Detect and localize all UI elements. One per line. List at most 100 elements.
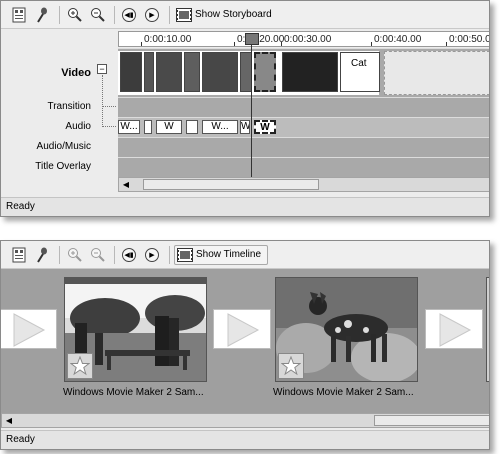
scrollbar-thumb[interactable] <box>143 179 319 190</box>
time-ruler[interactable]: 0:00:10.00 0:00:20.00 0:00:30.00 0:00:40… <box>118 31 489 47</box>
playback-indicator-handle[interactable] <box>245 33 259 45</box>
track-label-audio: Audio <box>65 121 91 132</box>
ruler-tick <box>446 42 447 46</box>
video-clip-title-card[interactable]: Cat <box>340 52 380 92</box>
transition-placeholder[interactable] <box>213 309 271 349</box>
toolbar-separator <box>59 5 60 24</box>
audio-clip[interactable] <box>144 120 152 134</box>
ruler-tick <box>234 42 235 46</box>
status-bar: Ready <box>1 430 489 449</box>
toolbar-separator <box>114 5 115 24</box>
audio-track[interactable]: W... W W... W... W <box>118 117 489 137</box>
track-tree-line <box>102 75 103 127</box>
show-storyboard-label: Show Storyboard <box>195 9 272 20</box>
transition-track[interactable] <box>118 97 489 117</box>
video-clip-thumbnail[interactable] <box>184 52 200 92</box>
properties-icon <box>12 7 26 22</box>
video-track[interactable]: Cat <box>118 48 489 97</box>
properties-button[interactable] <box>9 5 29 25</box>
toolbar-separator <box>169 245 170 264</box>
film-strip-icon <box>176 7 192 22</box>
properties-button[interactable] <box>9 245 29 265</box>
status-text: Ready <box>6 434 35 445</box>
audio-clip[interactable]: W... <box>202 120 238 134</box>
storyboard-horizontal-scrollbar[interactable]: ◀ <box>1 413 489 428</box>
zoom-out-icon <box>90 248 105 262</box>
status-bar: Ready <box>1 197 489 216</box>
scroll-left-arrow[interactable]: ◀ <box>119 178 133 191</box>
title-overlay-track[interactable] <box>118 157 489 177</box>
video-effects-badge[interactable] <box>278 353 304 379</box>
ruler-tick-label: 0:00:10.00 <box>144 34 192 45</box>
video-clip-thumbnail[interactable] <box>282 52 338 92</box>
collapse-symbol: − <box>99 64 105 74</box>
narrate-microphone-icon <box>37 247 47 263</box>
audio-clip[interactable]: W <box>156 120 182 134</box>
ruler-tick-label: 0:00:40.00 <box>374 34 422 45</box>
audio-clip[interactable]: W... <box>240 120 250 134</box>
track-tree-line <box>102 126 116 127</box>
timeline-window: ◀▮ ▶ Show Storyboard 0:00:10.00 0:00:20.… <box>0 0 490 217</box>
collapse-video-track-button[interactable]: − <box>97 64 107 74</box>
storyboard-window: ◀▮ ▶ Show Timeline Windows Movie Maker 2… <box>0 240 490 450</box>
show-storyboard-button[interactable]: Show Storyboard <box>174 5 278 25</box>
zoom-in-icon <box>67 8 82 22</box>
empty-track-area[interactable] <box>384 51 489 95</box>
play-icon: ▶ <box>145 247 159 262</box>
scrollbar-thumb[interactable] <box>374 415 489 426</box>
video-clip-thumbnail[interactable] <box>202 52 238 92</box>
audio-clip[interactable] <box>186 120 198 134</box>
selected-audio-clip[interactable]: W <box>254 120 276 134</box>
properties-icon <box>12 247 26 262</box>
video-effects-badge[interactable] <box>67 353 93 379</box>
transition-arrow-icon <box>227 313 260 347</box>
toolbar-separator <box>114 245 115 264</box>
video-clip-thumbnail[interactable] <box>156 52 182 92</box>
toolbar-separator <box>169 5 170 24</box>
zoom-in-icon <box>67 248 82 262</box>
narrate-button[interactable] <box>32 245 52 265</box>
show-timeline-label: Show Timeline <box>196 249 262 260</box>
zoom-in-button[interactable] <box>64 5 84 25</box>
zoom-out-icon <box>90 8 105 22</box>
playback-indicator-line[interactable] <box>251 33 252 177</box>
zoom-out-button[interactable] <box>87 5 107 25</box>
audio-clip[interactable]: W... <box>118 120 140 134</box>
show-timeline-button[interactable]: Show Timeline <box>174 244 269 265</box>
audio-music-track[interactable] <box>118 137 489 157</box>
play-button[interactable]: ▶ <box>142 245 162 265</box>
track-tree-line <box>102 106 116 107</box>
zoom-in-button[interactable] <box>64 245 84 265</box>
toolbar-separator <box>59 245 60 264</box>
storyboard-clip-caption: Windows Movie Maker 2 Sam... <box>63 387 204 398</box>
ruler-tick <box>141 42 142 46</box>
selected-video-clip[interactable] <box>254 52 276 92</box>
scroll-left-arrow[interactable]: ◀ <box>2 414 16 427</box>
ruler-tick <box>371 42 372 46</box>
storyboard-clip-caption: Windows Movie Maker 2 Sam... <box>273 387 414 398</box>
video-clip-thumbnail[interactable] <box>144 52 154 92</box>
narrate-button[interactable] <box>32 5 52 25</box>
storyboard-clip[interactable] <box>64 277 207 382</box>
star-effects-icon <box>281 356 301 376</box>
transition-arrow-icon <box>13 313 46 347</box>
transition-placeholder[interactable] <box>1 309 57 349</box>
rewind-icon: ◀▮ <box>122 7 136 22</box>
rewind-button[interactable]: ◀▮ <box>119 5 139 25</box>
video-clip-thumbnail[interactable] <box>120 52 142 92</box>
ruler-tick-label: 0:00:30.00 <box>284 34 332 45</box>
zoom-out-button[interactable] <box>87 245 107 265</box>
narrate-microphone-icon <box>37 7 47 23</box>
timeline-toolbar: ◀▮ ▶ Show Storyboard <box>1 1 489 29</box>
play-button[interactable]: ▶ <box>142 5 162 25</box>
rewind-button[interactable]: ◀▮ <box>119 245 139 265</box>
timeline-horizontal-scrollbar[interactable]: ◀ <box>118 177 489 192</box>
track-label-video: Video <box>61 67 91 79</box>
status-text: Ready <box>6 201 35 212</box>
ruler-tick-label: 0:00:50.00 <box>449 34 489 45</box>
star-effects-icon <box>70 356 90 376</box>
storyboard-clip-partial[interactable] <box>486 277 489 382</box>
storyboard-clip[interactable] <box>275 277 421 383</box>
transition-placeholder[interactable] <box>425 309 483 349</box>
storyboard-area[interactable]: Windows Movie Maker 2 Sam... Windows Mov… <box>1 269 489 413</box>
